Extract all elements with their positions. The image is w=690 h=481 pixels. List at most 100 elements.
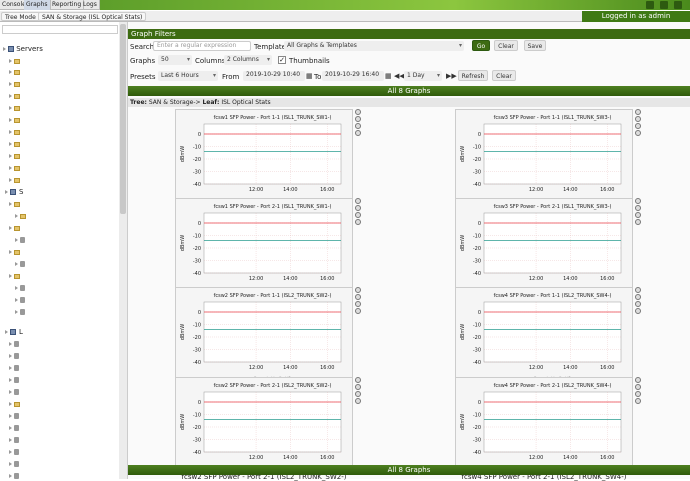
expand-icon[interactable] <box>9 118 12 122</box>
tree-search-input[interactable] <box>2 25 118 34</box>
list-view-icon[interactable] <box>660 1 668 9</box>
preview-icon[interactable] <box>674 1 682 9</box>
expand-icon[interactable] <box>9 426 12 430</box>
tree-node[interactable] <box>9 68 20 76</box>
expand-icon[interactable] <box>5 190 8 194</box>
to-date-input[interactable]: 2019-10-29 16:40 <box>322 71 384 81</box>
tree-node[interactable] <box>9 224 20 232</box>
tree-node[interactable] <box>9 128 20 136</box>
expand-icon[interactable] <box>9 438 12 442</box>
sidebar-scroll-thumb[interactable] <box>120 24 126 214</box>
graph-settings-icon[interactable] <box>635 205 641 211</box>
tree-node[interactable] <box>9 248 20 256</box>
tree-node[interactable] <box>9 424 19 432</box>
zoom-icon[interactable] <box>635 198 641 204</box>
graph-settings-icon[interactable] <box>635 384 641 390</box>
tree-node[interactable] <box>9 92 20 100</box>
tree-node[interactable] <box>15 236 25 244</box>
expand-icon[interactable] <box>9 342 12 346</box>
graph-thumbnail[interactable]: fcsw4 SFP Power - Port 1-1 (ISL2_TRUNK_S… <box>455 287 633 381</box>
expand-icon[interactable] <box>15 214 18 218</box>
tree-icon[interactable] <box>646 1 654 9</box>
graph-thumbnail[interactable]: fcsw1 SFP Power - Port 1-1 (ISL1_TRUNK_S… <box>175 109 353 203</box>
breadcrumb-tree-mode[interactable]: Tree Mode <box>1 12 40 21</box>
tree-node[interactable] <box>9 272 20 280</box>
tree-node[interactable] <box>15 296 25 304</box>
zoom-icon[interactable] <box>355 198 361 204</box>
tree-root-servers[interactable]: Servers <box>3 45 43 53</box>
expand-icon[interactable] <box>9 450 12 454</box>
expand-icon[interactable] <box>9 462 12 466</box>
expand-icon[interactable] <box>9 59 12 63</box>
expand-icon[interactable] <box>9 402 12 406</box>
csv-export-icon[interactable] <box>355 391 361 397</box>
timespan-icon[interactable] <box>635 219 641 225</box>
tree-node[interactable] <box>9 400 20 408</box>
tree-node[interactable] <box>9 104 20 112</box>
tree-section-node[interactable]: L <box>5 328 23 336</box>
expand-icon[interactable] <box>15 310 18 314</box>
timespan-icon[interactable] <box>355 398 361 404</box>
tree-node[interactable] <box>15 284 25 292</box>
go-button[interactable]: Go <box>472 40 490 51</box>
expand-icon[interactable] <box>3 47 6 51</box>
expand-icon[interactable] <box>9 82 12 86</box>
timespan-icon[interactable] <box>355 308 361 314</box>
expand-icon[interactable] <box>9 366 12 370</box>
tree-node[interactable] <box>9 116 20 124</box>
tree-node[interactable] <box>9 340 19 348</box>
tree-node[interactable] <box>9 176 20 184</box>
expand-icon[interactable] <box>9 94 12 98</box>
breadcrumb-san-storage[interactable]: SAN & Storage (ISL Optical Stats) <box>38 12 147 21</box>
thumbnails-checkbox[interactable]: ✓ <box>278 56 286 64</box>
csv-export-icon[interactable] <box>355 123 361 129</box>
expand-icon[interactable] <box>9 414 12 418</box>
zoom-icon[interactable] <box>355 377 361 383</box>
presets-select[interactable]: Last 6 Hours <box>158 71 218 81</box>
csv-export-icon[interactable] <box>635 301 641 307</box>
columns-select[interactable]: 2 Columns <box>224 55 272 65</box>
tree-node[interactable] <box>9 448 19 456</box>
tab-logs[interactable]: Logs <box>81 0 100 10</box>
expand-icon[interactable] <box>9 226 12 230</box>
refresh-button[interactable]: Refresh <box>458 70 488 81</box>
tree-section-node[interactable]: S <box>5 188 23 196</box>
expand-icon[interactable] <box>9 106 12 110</box>
expand-icon[interactable] <box>9 178 12 182</box>
graph-settings-icon[interactable] <box>355 116 361 122</box>
graph-thumbnail[interactable]: fcsw3 SFP Power - Port 2-1 (ISL1_TRUNK_S… <box>455 198 633 292</box>
tree-node[interactable] <box>9 57 20 65</box>
zoom-icon[interactable] <box>355 109 361 115</box>
expand-icon[interactable] <box>15 298 18 302</box>
logged-in-status[interactable]: Logged in as admin <box>582 11 690 22</box>
expand-icon[interactable] <box>9 274 12 278</box>
tree-node[interactable] <box>9 436 19 444</box>
expand-icon[interactable] <box>9 250 12 254</box>
zoom-icon[interactable] <box>635 287 641 293</box>
graph-thumbnail[interactable]: fcsw2 SFP Power - Port 2-1 (ISL2_TRUNK_S… <box>175 377 353 471</box>
template-select[interactable]: All Graphs & Templates <box>284 41 464 51</box>
tree-node[interactable] <box>9 460 19 468</box>
zoom-icon[interactable] <box>355 287 361 293</box>
graph-thumbnail[interactable]: fcsw3 SFP Power - Port 1-1 (ISL1_TRUNK_S… <box>455 109 633 203</box>
tree-node[interactable] <box>15 212 26 220</box>
calendar-to-icon[interactable]: ▦ <box>385 72 392 80</box>
tree-node[interactable] <box>9 164 20 172</box>
expand-icon[interactable] <box>5 330 8 334</box>
csv-export-icon[interactable] <box>635 391 641 397</box>
tree-node[interactable] <box>15 308 25 316</box>
timespan-icon[interactable] <box>635 130 641 136</box>
clear-time-button[interactable]: Clear <box>492 70 516 81</box>
zoom-icon[interactable] <box>635 109 641 115</box>
csv-export-icon[interactable] <box>635 123 641 129</box>
tree-node[interactable] <box>9 364 19 372</box>
timespan-icon[interactable] <box>355 219 361 225</box>
graph-thumbnail[interactable]: fcsw1 SFP Power - Port 2-1 (ISL1_TRUNK_S… <box>175 198 353 292</box>
tree-node[interactable] <box>9 388 19 396</box>
expand-icon[interactable] <box>9 166 12 170</box>
tree-node[interactable] <box>15 260 25 268</box>
expand-icon[interactable] <box>9 154 12 158</box>
tab-graphs[interactable]: Graphs <box>24 0 51 10</box>
graph-settings-icon[interactable] <box>635 116 641 122</box>
expand-icon[interactable] <box>9 354 12 358</box>
